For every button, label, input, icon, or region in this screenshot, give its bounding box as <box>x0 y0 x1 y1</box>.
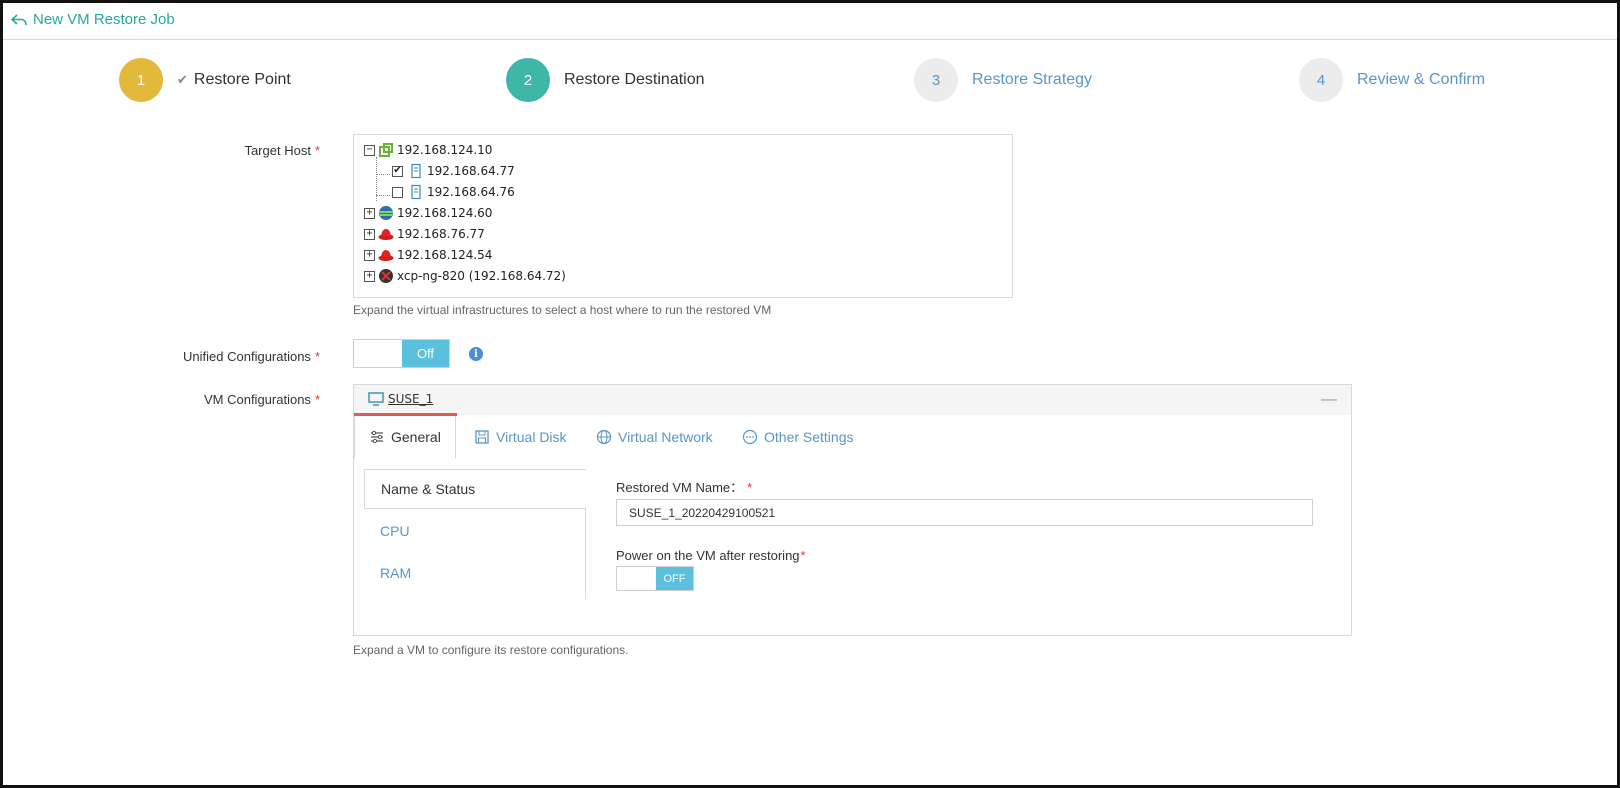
target-host-hint: Expand the virtual infrastructures to se… <box>353 303 772 317</box>
collapse-panel-icon[interactable]: — <box>1321 391 1337 409</box>
side-item-name-status[interactable]: Name & Status <box>364 469 586 509</box>
switch-track <box>354 340 402 367</box>
restored-name-label: Restored VM Name： * <box>616 477 752 496</box>
step-label: Restore Point <box>193 71 291 88</box>
tree-node-label: 192.168.76.77 <box>397 227 485 241</box>
vm-config-hint: Expand a VM to configure its restore con… <box>353 643 629 657</box>
power-on-label: Power on the VM after restoring* <box>616 548 806 563</box>
tree-node-redhat[interactable]: + 192.168.76.77 <box>364 225 485 243</box>
tree-node-redhat[interactable]: + 192.168.124.54 <box>364 246 492 264</box>
target-host-label-text: Target Host <box>244 143 311 158</box>
unified-config-label: Unified Configurations * <box>0 349 320 364</box>
reply-arrow-icon <box>11 13 27 25</box>
side-item-ram[interactable]: RAM <box>364 553 586 593</box>
general-sidebar: Name & Status CPU RAM <box>364 469 586 599</box>
tab-label: Virtual Disk <box>496 429 567 445</box>
tab-virtual-network[interactable]: Virtual Network <box>596 416 713 458</box>
sliders-icon <box>371 430 383 444</box>
check-icon: ✔ <box>177 72 188 87</box>
expand-icon[interactable]: + <box>364 270 375 282</box>
power-on-switch[interactable]: OFF <box>616 566 694 591</box>
step-label: Review & Confirm <box>1357 71 1486 88</box>
back-button[interactable]: New VM Restore Job <box>11 11 175 28</box>
tree-node-vcenter[interactable]: − 192.168.124.10 <box>364 141 492 159</box>
switch-state: OFF <box>656 567 693 590</box>
more-circle-icon <box>742 429 758 445</box>
tab-general[interactable]: General <box>354 416 456 458</box>
tab-label: Virtual Network <box>618 429 713 445</box>
collapse-icon[interactable]: − <box>364 144 375 156</box>
step-restore-point[interactable]: 1 ✔ Restore Point <box>119 58 291 102</box>
tab-virtual-disk[interactable]: Virtual Disk <box>474 416 567 458</box>
step-label: Restore Destination <box>564 71 705 88</box>
step-number: 2 <box>506 58 550 102</box>
tab-label: Other Settings <box>764 429 854 445</box>
vm-name-label: SUSE_1 <box>388 392 434 406</box>
step-restore-strategy[interactable]: 3 Restore Strategy <box>914 58 1092 102</box>
restored-name-label-text: Restored VM Name： <box>616 480 744 495</box>
switch-state: Off <box>402 340 449 367</box>
step-review-confirm[interactable]: 4 Review & Confirm <box>1299 58 1485 102</box>
host-checkbox[interactable] <box>392 186 403 198</box>
step-number: 3 <box>914 58 958 102</box>
tree-node-host[interactable]: 192.168.64.76 <box>392 183 515 201</box>
redhat-icon <box>378 250 394 261</box>
required-marker: * <box>314 392 320 407</box>
required-marker: * <box>314 143 320 158</box>
tree-node-label: 192.168.64.76 <box>427 185 515 199</box>
top-bar: New VM Restore Job <box>3 3 1617 40</box>
server-icon <box>411 163 421 179</box>
vm-config-panel: SUSE_1 — General Virtual Disk Virtual Ne… <box>353 384 1352 636</box>
tree-node-label: xcp-ng-820 (192.168.64.72) <box>397 269 566 283</box>
expand-icon[interactable]: + <box>364 249 375 261</box>
info-icon[interactable]: i <box>469 347 483 361</box>
tree-node-hyperv[interactable]: + 192.168.124.60 <box>364 204 492 222</box>
required-marker: * <box>800 548 806 563</box>
required-marker: * <box>314 349 320 364</box>
host-checkbox[interactable]: ✔ <box>392 165 403 177</box>
step-restore-destination[interactable]: 2 Restore Destination <box>506 58 705 102</box>
switch-track <box>617 567 656 590</box>
tab-other-settings[interactable]: Other Settings <box>742 416 854 458</box>
power-on-label-text: Power on the VM after restoring <box>616 548 800 563</box>
save-disk-icon <box>475 430 489 444</box>
side-item-cpu[interactable]: CPU <box>364 511 586 551</box>
hyperv-icon <box>379 206 393 220</box>
server-icon <box>411 184 421 200</box>
vm-tab-suse[interactable]: SUSE_1 <box>354 385 458 416</box>
tree-node-label: 192.168.64.77 <box>427 164 515 178</box>
step-number: 4 <box>1299 58 1343 102</box>
expand-icon[interactable]: + <box>364 207 375 219</box>
expand-icon[interactable]: + <box>364 228 375 240</box>
config-tabs: General Virtual Disk Virtual Network Oth… <box>354 416 1351 458</box>
tree-node-label: 192.168.124.54 <box>397 248 493 262</box>
host-tree: − 192.168.124.10 ✔ 192.168.64.77 192.168… <box>353 134 1013 298</box>
vm-config-label-text: VM Configurations <box>203 392 311 407</box>
target-host-label: Target Host * <box>0 143 320 158</box>
vmware-icon <box>379 143 393 157</box>
xcpng-icon <box>379 269 393 283</box>
wizard-stepper: 1 ✔ Restore Point 2 Restore Destination … <box>0 58 1620 104</box>
page-title: New VM Restore Job <box>33 11 175 28</box>
step-number: 1 <box>119 58 163 102</box>
unified-config-switch[interactable]: Off <box>353 339 450 368</box>
vm-config-label: VM Configurations * <box>0 392 320 407</box>
step-label: Restore Strategy <box>972 71 1093 88</box>
tree-node-label: 192.168.124.10 <box>397 143 493 157</box>
tab-label: General <box>391 429 441 445</box>
redhat-icon <box>378 229 394 240</box>
tree-node-label: 192.168.124.60 <box>397 206 493 220</box>
tree-node-host[interactable]: ✔ 192.168.64.77 <box>392 162 515 180</box>
monitor-icon <box>368 392 384 406</box>
restored-name-input[interactable] <box>616 499 1313 526</box>
vm-panel-header: SUSE_1 — <box>354 385 1351 416</box>
tree-node-xcpng[interactable]: + xcp-ng-820 (192.168.64.72) <box>364 267 566 285</box>
globe-icon <box>596 429 612 445</box>
unified-config-label-text: Unified Configurations <box>183 349 311 364</box>
required-marker: * <box>747 480 753 495</box>
